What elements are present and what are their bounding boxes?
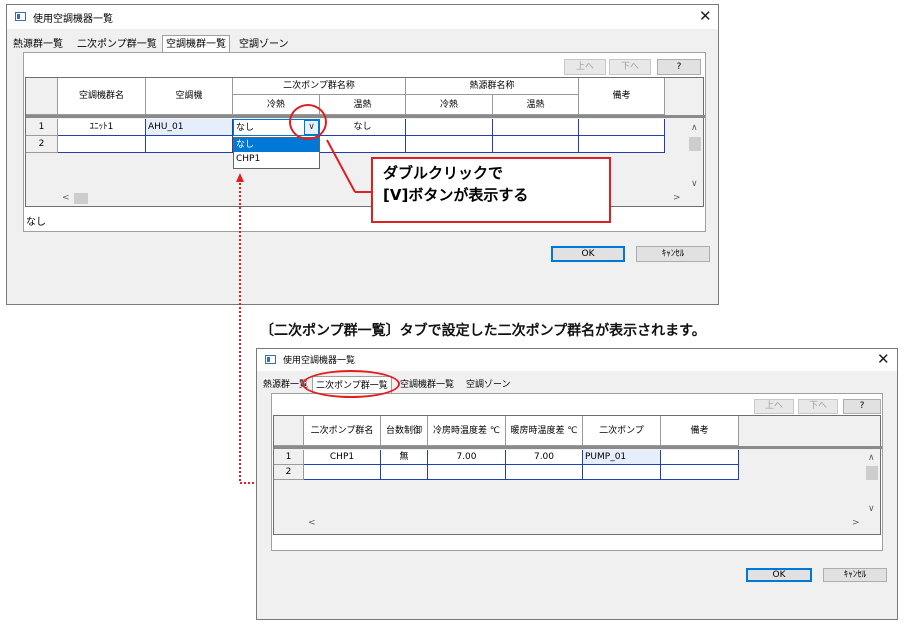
callout-pointer-line (326, 139, 356, 193)
dotted-arrow-head-icon (236, 173, 244, 182)
annotation-connectors (236, 139, 371, 484)
